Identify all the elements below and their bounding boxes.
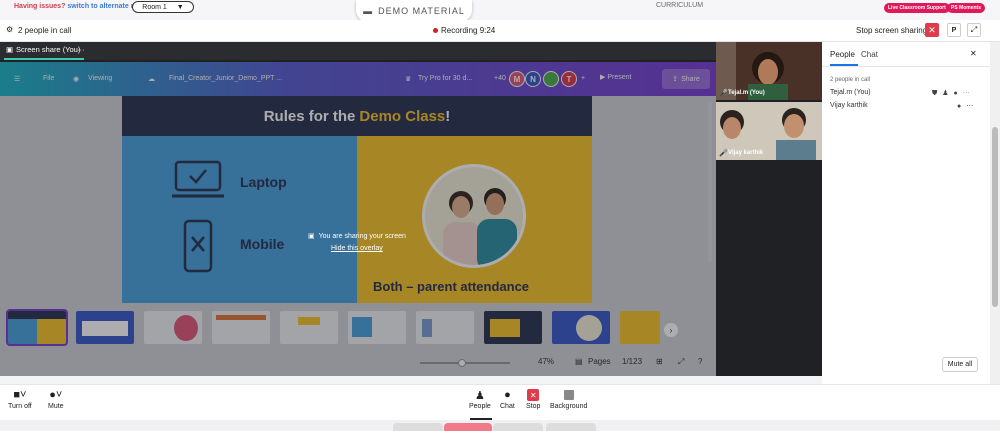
divider bbox=[822, 66, 990, 67]
person-actions: ●⋯ bbox=[957, 102, 978, 110]
people-panel: People Chat ✕ 2 people in call Tejal.m (… bbox=[822, 42, 990, 384]
chat-label: Chat bbox=[500, 403, 515, 410]
background-icon bbox=[563, 387, 574, 403]
mic-toggle[interactable]: ●˅ Mute bbox=[48, 387, 64, 410]
video-tile[interactable]: 🎤 Vijay karthik bbox=[716, 102, 822, 160]
camera-toggle[interactable]: ■˅ Turn off bbox=[8, 387, 32, 410]
recording-status: Recording 9:24 bbox=[433, 26, 495, 35]
mic-icon: 🎤 bbox=[719, 90, 728, 97]
folder-icon: ▬ bbox=[363, 6, 374, 16]
scroll-thumb[interactable] bbox=[992, 127, 998, 307]
mic-label: Mute bbox=[48, 403, 64, 410]
stop-sharing-label: Stop screen sharing bbox=[856, 26, 928, 35]
screen-icon: ▣ bbox=[308, 233, 315, 240]
caret-down-icon: ▼ bbox=[176, 3, 184, 11]
screen-share-label: Screen share (You) bbox=[16, 45, 81, 54]
curriculum-tab[interactable]: CURRICULUM bbox=[656, 2, 703, 9]
mic-icon[interactable]: ● bbox=[954, 90, 963, 97]
top-bar: Having issues? switch to alternate room … bbox=[0, 0, 1000, 22]
user-icon: ♟ bbox=[474, 389, 485, 402]
demo-material-tab[interactable]: ▬ DEMO MATERIAL bbox=[356, 0, 472, 22]
tab-chat[interactable]: Chat bbox=[861, 50, 878, 59]
hide-overlay-link[interactable]: Hide this overlay bbox=[331, 245, 383, 252]
p-button[interactable]: P bbox=[947, 23, 961, 37]
people-button[interactable]: ♟ People bbox=[469, 387, 491, 411]
user-icon[interactable]: ♟ bbox=[942, 90, 953, 97]
issue-text: Having issues? bbox=[14, 3, 66, 10]
shared-screen: ☰ File ◉ Viewing ☁ Final_Creator_Junior_… bbox=[0, 62, 716, 376]
active-tab-indicator bbox=[4, 58, 84, 60]
tab-people[interactable]: People bbox=[830, 50, 855, 59]
gear-icon[interactable]: ⚙ bbox=[6, 25, 13, 34]
chat-button[interactable]: ● Chat bbox=[500, 387, 515, 410]
video-tile[interactable]: 🎤 Tejal.m (You) bbox=[716, 42, 822, 100]
camera-icon: ■˅ bbox=[13, 389, 27, 401]
person-actions: ⛊♟●⋯ bbox=[932, 89, 975, 98]
stop-share-button[interactable]: ✕ Stop bbox=[526, 387, 540, 410]
camera-label: Turn off bbox=[8, 403, 32, 410]
participant-name: Tejal.m (You) bbox=[728, 90, 765, 96]
issue-notice: Having issues? switch to alternate room bbox=[14, 3, 148, 10]
person-row: Vijay karthik bbox=[830, 102, 868, 109]
screen-icon: ▣ bbox=[6, 45, 14, 54]
background-button[interactable]: Background bbox=[550, 387, 587, 410]
room-label: Room 1 bbox=[142, 3, 167, 11]
chat-icon: ● bbox=[504, 389, 511, 401]
more-icon[interactable]: ⋯ bbox=[966, 103, 978, 110]
ps-moments-label: PS Moments bbox=[951, 5, 982, 11]
live-support-button[interactable]: Live Classroom Support bbox=[884, 3, 950, 13]
demo-material-label: DEMO MATERIAL bbox=[378, 6, 465, 16]
close-icon[interactable]: ✕ bbox=[970, 49, 977, 58]
screen-share-tab[interactable]: ▣ Screen share (You) ··· bbox=[0, 42, 716, 60]
panel-people-count: 2 people in call bbox=[830, 77, 871, 83]
mic-icon[interactable]: ● bbox=[957, 103, 966, 110]
participant-name: Vijay karthik bbox=[728, 150, 764, 156]
stop-label: Stop bbox=[526, 403, 541, 410]
mic-icon: ●˅ bbox=[49, 389, 63, 401]
recording-dot-icon bbox=[433, 28, 438, 33]
bottom-strip bbox=[0, 420, 1000, 431]
video-tiles: 🎤 Tejal.m (You) 🎤 Vijay karthik bbox=[716, 42, 822, 376]
shield-icon[interactable]: ⛊ bbox=[932, 90, 942, 97]
recording-label: Recording 9:24 bbox=[441, 26, 496, 35]
mute-all-button[interactable]: Mute all bbox=[942, 357, 978, 372]
ps-moments-button[interactable]: PS Moments bbox=[947, 3, 986, 13]
background-label: Background bbox=[550, 403, 588, 410]
more-icon[interactable]: ··· bbox=[77, 45, 85, 54]
people-label: People bbox=[469, 403, 491, 410]
room-select[interactable]: Room 1 ▼ bbox=[132, 1, 194, 13]
people-count: 2 people in call bbox=[18, 26, 72, 35]
expand-icon[interactable]: ⤢ bbox=[967, 23, 981, 37]
stop-sharing-button[interactable]: ✕ bbox=[925, 23, 939, 37]
sharing-message: ▣ You are sharing your screen bbox=[308, 232, 406, 241]
call-controls: ■˅ Turn off ●˅ Mute ♟ People ● Chat ✕ Stop Ba… bbox=[0, 384, 1000, 420]
stop-share-icon: ✕ bbox=[527, 387, 540, 403]
screen-share-stage: ▣ Screen share (You) ··· ☰ File ◉ Viewin… bbox=[0, 42, 716, 376]
mic-icon: 🎤 bbox=[719, 150, 728, 157]
scrollbar[interactable] bbox=[708, 102, 712, 262]
sharing-message-text: You are sharing your screen bbox=[318, 232, 406, 240]
more-icon[interactable]: ⋯ bbox=[963, 90, 975, 97]
page-scrollbar[interactable] bbox=[990, 42, 1000, 384]
call-status-bar: ⚙ 2 people in call Recording 9:24 Stop s… bbox=[0, 20, 1000, 42]
live-support-label: Live Classroom Support bbox=[888, 5, 946, 11]
sharing-dim-overlay bbox=[0, 62, 716, 376]
person-row: Tejal.m (You) bbox=[830, 89, 871, 96]
